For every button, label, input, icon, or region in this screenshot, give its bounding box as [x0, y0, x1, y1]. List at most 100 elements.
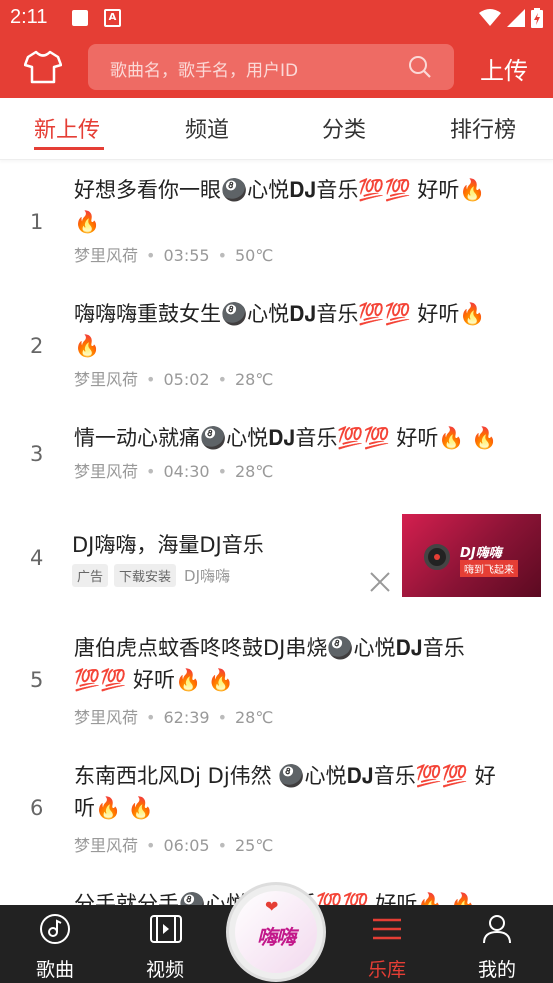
separator-dot: •	[146, 246, 156, 265]
song-title: 好想多看你一眼🎱心悦𝐃𝐉音乐💯💯 好听🔥 🔥	[74, 174, 534, 238]
separator-dot: •	[217, 246, 227, 265]
song-heat: 28℃	[235, 462, 274, 481]
ad-title: DJ嗨嗨，海量DJ音乐	[72, 533, 264, 557]
song-title: 情一动心就痛🎱心悦𝐃𝐉音乐💯💯 好听🔥 🔥	[74, 422, 534, 454]
heart-icon: ❤	[265, 897, 279, 916]
separator-dot: •	[146, 708, 156, 727]
download-tag[interactable]: 下载安装	[114, 564, 177, 587]
song-title-line: 听🔥 🔥	[74, 796, 154, 820]
tab-category[interactable]: 分类	[322, 112, 366, 144]
song-title-line: 💯💯 好听🔥 🔥	[74, 668, 234, 692]
ad-image-subtitle: 嗨到飞起来	[460, 560, 518, 577]
song-heat: 50℃	[235, 246, 274, 265]
song-row[interactable]: 6 东南西北风Dj Dj伟然 🎱心悦𝐃𝐉音乐💯💯 好 听🔥 🔥 梦里风荷 • 06:…	[0, 760, 553, 870]
nav-songs-label: 歌曲	[35, 959, 74, 981]
status-time: 2:11	[10, 6, 48, 28]
search-bar[interactable]: 歌曲名，歌手名，用户ID	[88, 44, 454, 90]
nav-songs[interactable]: 歌曲	[10, 905, 100, 983]
separator-dot: •	[146, 462, 156, 481]
song-meta: 梦里风荷 • 05:02 • 28℃	[74, 366, 273, 390]
person-icon	[483, 915, 511, 944]
song-heat: 25℃	[235, 836, 274, 855]
song-duration: 62:39	[163, 708, 210, 727]
song-artist: 梦里风荷	[74, 708, 139, 727]
song-title-line: 东南西北风Dj Dj伟然 🎱心悦𝐃𝐉音乐💯💯 好	[74, 764, 496, 788]
song-title-line: 嗨嗨嗨重鼓女生🎱心悦𝐃𝐉音乐💯💯 好听🔥	[74, 302, 486, 326]
app-header: 歌曲名，歌手名，用户ID 上传	[0, 36, 553, 98]
nav-library[interactable]: 乐库	[342, 905, 432, 983]
status-bar: 2:11 A	[0, 0, 553, 36]
separator-dot: •	[217, 462, 227, 481]
record-icon	[424, 544, 450, 570]
separator-dot: •	[217, 370, 227, 389]
library-menu-icon	[373, 918, 401, 940]
nav-video-label: 视频	[145, 959, 184, 981]
song-heat: 28℃	[235, 708, 274, 727]
separator-dot: •	[217, 708, 227, 727]
battery-icon	[531, 8, 543, 28]
signal-icon	[507, 9, 525, 27]
song-artist: 梦里风荷	[74, 246, 139, 265]
wifi-icon	[479, 9, 501, 26]
ad-tags: 广告 下载安装 DJ嗨嗨	[72, 564, 230, 587]
song-meta: 梦里风荷 • 06:05 • 25℃	[74, 832, 273, 856]
song-title-line: 好想多看你一眼🎱心悦𝐃𝐉音乐💯💯 好听🔥	[74, 178, 486, 202]
ad-row[interactable]: 4 DJ嗨嗨，海量DJ音乐 广告 下载安装 DJ嗨嗨 DJ嗨嗨 嗨到飞起来	[0, 514, 553, 598]
song-title-line: 唐伯虎点蚊香咚咚鼓DJ串烧🎱心悦𝐃𝐉音乐	[74, 636, 465, 660]
ad-index: 4	[30, 546, 44, 570]
search-icon[interactable]	[408, 55, 432, 79]
song-index: 5	[30, 668, 44, 692]
song-title: 唐伯虎点蚊香咚咚鼓DJ串烧🎱心悦𝐃𝐉音乐 💯💯 好听🔥 🔥	[74, 632, 534, 696]
separator-dot: •	[217, 836, 227, 855]
song-artist: 梦里风荷	[74, 836, 139, 855]
song-index: 2	[30, 334, 44, 358]
search-placeholder: 歌曲名，歌手名，用户ID	[110, 61, 299, 81]
song-row[interactable]: 5 唐伯虎点蚊香咚咚鼓DJ串烧🎱心悦𝐃𝐉音乐 💯💯 好听🔥 🔥 梦里风荷 • 62:…	[0, 632, 553, 742]
song-index: 6	[30, 796, 44, 820]
song-title-line: 情一动心就痛🎱心悦𝐃𝐉音乐💯💯 好听🔥 🔥	[74, 426, 498, 450]
song-duration: 04:30	[163, 462, 210, 481]
song-heat: 28℃	[235, 370, 274, 389]
tab-channel[interactable]: 频道	[185, 112, 229, 144]
shirt-icon[interactable]	[24, 50, 62, 84]
ad-tag: 广告	[72, 564, 109, 587]
song-title-line: 🔥	[74, 334, 101, 358]
song-artist: 梦里风荷	[74, 462, 139, 481]
song-row[interactable]: 2 嗨嗨嗨重鼓女生🎱心悦𝐃𝐉音乐💯💯 好听🔥 🔥 梦里风荷 • 05:02 • 28℃	[0, 298, 553, 408]
song-index: 3	[30, 442, 44, 466]
tab-new-upload[interactable]: 新上传	[34, 112, 100, 144]
song-meta: 梦里风荷 • 62:39 • 28℃	[74, 704, 273, 728]
active-tab-indicator	[34, 147, 104, 150]
nav-library-label: 乐库	[367, 959, 406, 981]
song-title-line: 🔥	[74, 210, 101, 234]
center-logo-text: 嗨嗨	[257, 925, 296, 949]
ad-image[interactable]: DJ嗨嗨 嗨到飞起来	[402, 514, 541, 597]
category-tabs: 新上传 频道 分类 排行榜	[0, 98, 553, 160]
separator-dot: •	[146, 370, 156, 389]
song-meta: 梦里风荷 • 04:30 • 28℃	[74, 458, 273, 482]
ad-source: DJ嗨嗨	[184, 567, 231, 585]
nav-mine[interactable]: 我的	[452, 905, 542, 983]
ad-image-title: DJ嗨嗨	[460, 546, 502, 561]
notification-square-icon	[72, 10, 88, 26]
song-meta: 梦里风荷 • 03:55 • 50℃	[74, 242, 273, 266]
song-artist: 梦里风荷	[74, 370, 139, 389]
nav-mine-label: 我的	[477, 959, 516, 981]
song-title: 嗨嗨嗨重鼓女生🎱心悦𝐃𝐉音乐💯💯 好听🔥 🔥	[74, 298, 534, 362]
song-duration: 06:05	[163, 836, 210, 855]
music-disc-icon	[40, 914, 70, 944]
song-row[interactable]: 1 好想多看你一眼🎱心悦𝐃𝐉音乐💯💯 好听🔥 🔥 梦里风荷 • 03:55 • 50℃	[0, 174, 553, 284]
separator-dot: •	[146, 836, 156, 855]
song-duration: 05:02	[163, 370, 210, 389]
nav-video[interactable]: 视频	[120, 905, 210, 983]
center-logo: ❤ 嗨嗨	[235, 891, 317, 973]
song-row[interactable]: 3 情一动心就痛🎱心悦𝐃𝐉音乐💯💯 好听🔥 🔥 梦里风荷 • 04:30 • 28℃	[0, 422, 553, 502]
upload-button[interactable]: 上传	[480, 51, 528, 86]
song-index: 1	[30, 210, 44, 234]
tab-ranking[interactable]: 排行榜	[450, 112, 516, 144]
center-play-button[interactable]: ❤ 嗨嗨	[226, 882, 326, 982]
video-icon	[150, 915, 182, 943]
notification-a-icon: A	[104, 9, 121, 27]
song-title: 东南西北风Dj Dj伟然 🎱心悦𝐃𝐉音乐💯💯 好 听🔥 🔥	[74, 760, 534, 824]
close-icon[interactable]	[368, 570, 392, 594]
